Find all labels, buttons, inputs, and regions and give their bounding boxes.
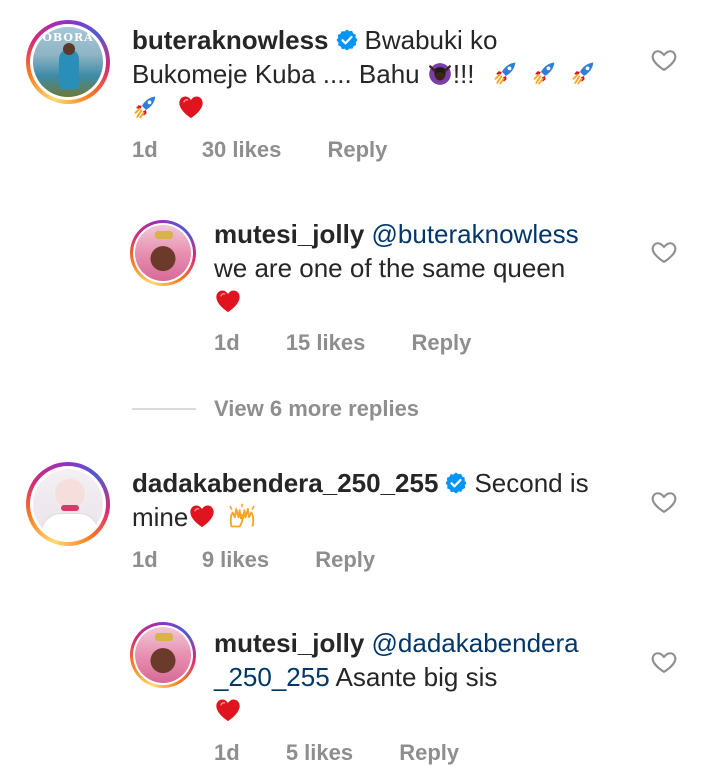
avatar-image: [33, 469, 103, 539]
avatar[interactable]: [26, 462, 110, 546]
heart-icon[interactable]: [650, 46, 678, 74]
reply-button[interactable]: Reply: [315, 547, 375, 573]
rocket-icon: [570, 59, 598, 87]
comment-username[interactable]: mutesi_jolly: [214, 628, 364, 658]
view-more-replies[interactable]: View 6 more replies: [132, 396, 419, 422]
rocket-icon: [492, 59, 520, 87]
raising-hands-icon: [226, 502, 258, 530]
avatar[interactable]: [130, 622, 196, 688]
avatar[interactable]: [130, 220, 196, 286]
comment-age: 1d: [214, 330, 240, 355]
red-heart-icon: [214, 287, 242, 315]
likes-count[interactable]: 30 likes: [202, 137, 282, 163]
avatar[interactable]: OBORA: [26, 20, 110, 104]
comment-text: Second is: [474, 468, 589, 498]
red-heart-icon: [177, 93, 205, 121]
comment-text: mine: [132, 502, 189, 532]
comment-username[interactable]: dadakabendera_250_255: [132, 468, 438, 498]
avatar-image: [135, 225, 191, 281]
likes-count[interactable]: 9 likes: [202, 547, 269, 573]
mention-link[interactable]: @buteraknowless: [372, 219, 579, 249]
heart-icon[interactable]: [650, 488, 678, 516]
comment-text: Bukomeje Kuba .... Bahu: [132, 59, 420, 89]
reply-button[interactable]: Reply: [327, 137, 387, 163]
rocket-icon: [132, 93, 160, 121]
red-heart-icon: [214, 696, 242, 724]
comment-text: !!!: [452, 59, 475, 89]
reply-button[interactable]: Reply: [411, 330, 471, 356]
avatar-image: OBORA: [33, 27, 103, 97]
view-more-replies-label[interactable]: View 6 more replies: [214, 396, 419, 422]
verified-badge-icon: [335, 28, 359, 52]
heart-icon[interactable]: [650, 648, 678, 676]
person-raising-hands-icon: [427, 61, 453, 87]
comment-text: we are one of the same queen: [214, 253, 566, 283]
verified-badge-icon: [444, 471, 468, 495]
red-heart-icon: [188, 502, 216, 530]
comment-username[interactable]: mutesi_jolly: [214, 219, 364, 249]
comment-username[interactable]: buteraknowless: [132, 25, 329, 55]
mention-link[interactable]: @dadakabendera: [372, 628, 579, 658]
divider: [132, 408, 196, 410]
comment-text: Bwabuki ko: [364, 25, 498, 55]
reply-button[interactable]: Reply: [399, 740, 459, 766]
mention-link[interactable]: _250_255: [214, 662, 330, 692]
comment-age: 1d: [214, 740, 240, 765]
comment-age: 1d: [132, 137, 158, 162]
comment-age: 1d: [132, 547, 158, 572]
avatar-image: [135, 627, 191, 683]
comment-text: Asante big sis: [329, 662, 498, 692]
rocket-icon: [531, 59, 559, 87]
likes-count[interactable]: 5 likes: [286, 740, 353, 766]
likes-count[interactable]: 15 likes: [286, 330, 366, 356]
heart-icon[interactable]: [650, 238, 678, 266]
